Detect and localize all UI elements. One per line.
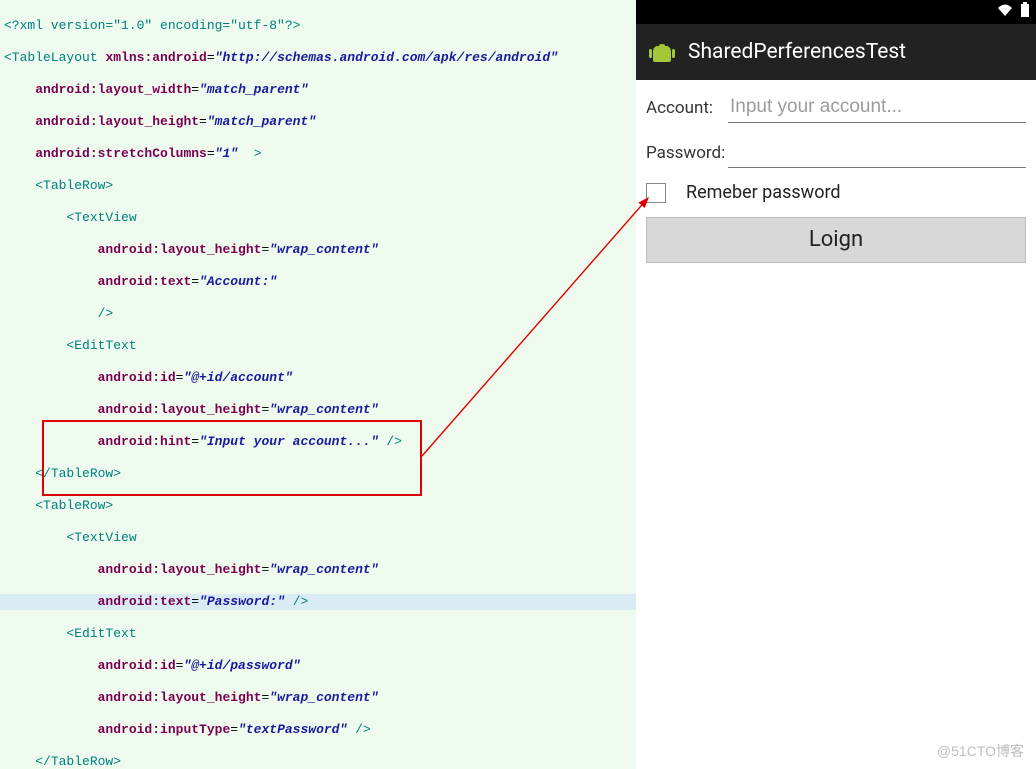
- login-button[interactable]: Loign: [646, 217, 1026, 263]
- battery-icon: [1020, 2, 1030, 22]
- password-label: Password:: [646, 143, 728, 163]
- status-bar: [636, 0, 1036, 24]
- account-row: Account:: [646, 92, 1026, 123]
- xml-code-pane: <?xml version="1.0" encoding="utf-8"?> <…: [0, 0, 636, 769]
- account-input[interactable]: [728, 92, 1026, 123]
- watermark: @51CTO博客: [937, 741, 1024, 761]
- remember-checkbox[interactable]: [646, 183, 666, 203]
- remember-row: Remeber password: [646, 182, 1026, 203]
- password-input[interactable]: [728, 137, 1026, 168]
- wifi-icon: [996, 3, 1014, 21]
- phone-preview: SharedPerferencesTest Account: Password:…: [636, 0, 1036, 769]
- app-title: SharedPerferencesTest: [688, 40, 906, 64]
- android-icon: [646, 36, 678, 68]
- password-row: Password:: [646, 137, 1026, 168]
- xml-decl: <?xml version="1.0" encoding="utf-8"?>: [4, 18, 300, 33]
- remember-label: Remeber password: [686, 182, 841, 203]
- account-label: Account:: [646, 98, 728, 118]
- checkbox-highlight-box: [42, 420, 422, 496]
- app-title-bar: SharedPerferencesTest: [636, 24, 1036, 80]
